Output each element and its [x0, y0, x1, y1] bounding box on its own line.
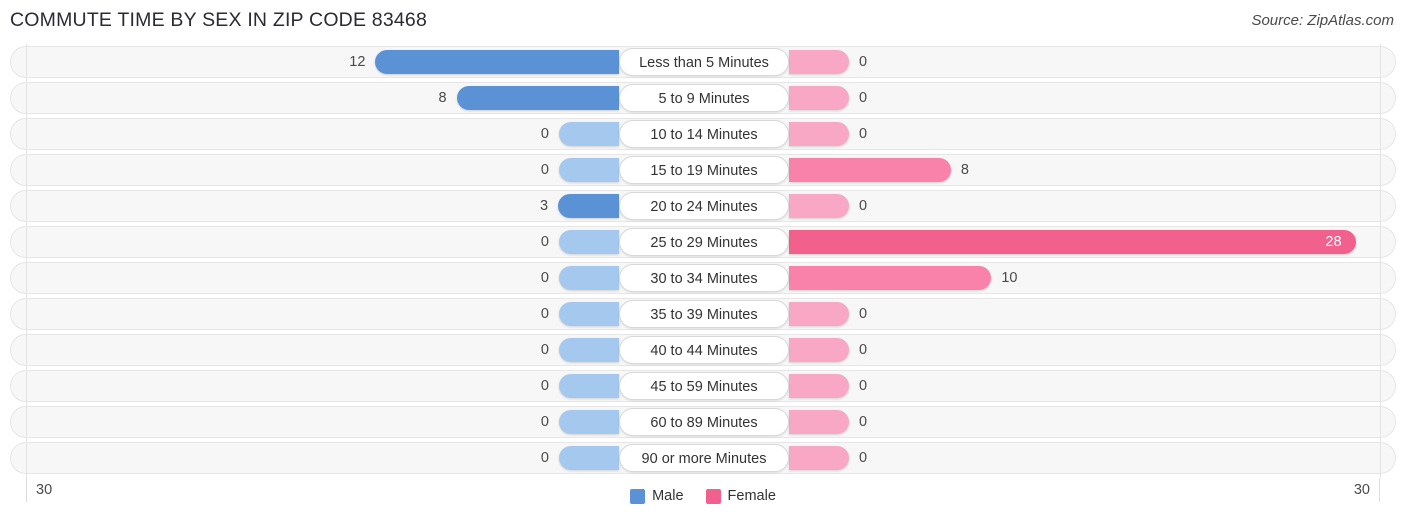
bar-female[interactable]: [789, 446, 849, 470]
table-row[interactable]: 0 0 45 to 59 Minutes: [10, 370, 1396, 402]
chart-plot-area: 12 0 Less than 5 Minutes 8 0 5 to 9 Minutes 0 0…: [0, 44, 1406, 478]
legend-swatch-male: [630, 488, 646, 504]
category-label[interactable]: 30 to 34 Minutes: [619, 264, 789, 292]
axis-gridline-left: [26, 44, 27, 478]
bar-male[interactable]: [559, 122, 619, 146]
category-label[interactable]: Less than 5 Minutes: [619, 48, 789, 76]
bar-male[interactable]: [559, 446, 619, 470]
page-title: COMMUTE TIME BY SEX IN ZIP CODE 83468: [10, 9, 428, 31]
table-row[interactable]: 0 0 10 to 14 Minutes: [10, 118, 1396, 150]
legend-item-male[interactable]: Male: [630, 488, 684, 504]
value-label-male: 0: [540, 306, 549, 322]
value-label-female: 0: [859, 306, 868, 322]
chart-header: COMMUTE TIME BY SEX IN ZIP CODE 83468 So…: [0, 0, 1406, 44]
bar-female[interactable]: [789, 266, 992, 290]
value-label-female: 0: [859, 414, 868, 430]
category-label[interactable]: 5 to 9 Minutes: [619, 84, 789, 112]
bar-male[interactable]: [456, 86, 619, 110]
value-label-male: 12: [349, 54, 366, 70]
category-label[interactable]: 40 to 44 Minutes: [619, 336, 789, 364]
value-label-male: 3: [540, 198, 549, 214]
bar-female[interactable]: [789, 302, 849, 326]
bar-female[interactable]: [789, 158, 951, 182]
bar-female[interactable]: [789, 50, 849, 74]
value-label-male: 0: [540, 234, 549, 250]
bar-male[interactable]: [559, 302, 619, 326]
chart-legend: Male Female: [0, 488, 1406, 504]
value-label-female: 10: [1001, 270, 1018, 286]
bar-female[interactable]: [789, 410, 849, 434]
legend-item-female[interactable]: Female: [705, 488, 776, 504]
table-row[interactable]: 3 0 20 to 24 Minutes: [10, 190, 1396, 222]
value-label-female: 0: [859, 90, 868, 106]
bar-male[interactable]: [559, 410, 619, 434]
value-label-female: 0: [859, 342, 868, 358]
value-label-male: 0: [540, 162, 549, 178]
value-label-female: 0: [859, 54, 868, 70]
value-label-male: 0: [540, 450, 549, 466]
value-label-female: 8: [960, 162, 969, 178]
value-label-male: 0: [540, 414, 549, 430]
chart-footer: 30 30 Male Female: [0, 478, 1406, 522]
table-row[interactable]: 0 0 90 or more Minutes: [10, 442, 1396, 474]
legend-label-male: Male: [652, 488, 684, 504]
bar-male[interactable]: [375, 50, 619, 74]
category-label[interactable]: 90 or more Minutes: [619, 444, 789, 472]
value-label-male: 8: [438, 90, 447, 106]
table-row[interactable]: 0 8 15 to 19 Minutes: [10, 154, 1396, 186]
value-label-male: 0: [540, 342, 549, 358]
value-label-male: 0: [540, 126, 549, 142]
bar-male[interactable]: [559, 338, 619, 362]
value-label-male: 0: [540, 270, 549, 286]
category-label[interactable]: 20 to 24 Minutes: [619, 192, 789, 220]
source-attribution: Source: ZipAtlas.com: [1251, 12, 1394, 29]
legend-swatch-female: [705, 488, 721, 504]
table-row[interactable]: 0 0 35 to 39 Minutes: [10, 298, 1396, 330]
bar-male[interactable]: [559, 374, 619, 398]
category-label[interactable]: 10 to 14 Minutes: [619, 120, 789, 148]
bar-female[interactable]: [789, 86, 849, 110]
value-label-female: 28: [1325, 234, 1342, 250]
table-row[interactable]: 8 0 5 to 9 Minutes: [10, 82, 1396, 114]
bar-male[interactable]: [559, 158, 619, 182]
table-row[interactable]: 0 28 25 to 29 Minutes: [10, 226, 1396, 258]
bar-female[interactable]: [789, 194, 849, 218]
table-row[interactable]: 0 10 30 to 34 Minutes: [10, 262, 1396, 294]
value-label-female: 0: [859, 126, 868, 142]
bar-male[interactable]: [559, 230, 619, 254]
value-label-female: 0: [859, 378, 868, 394]
table-row[interactable]: 0 0 40 to 44 Minutes: [10, 334, 1396, 366]
value-label-female: 0: [859, 450, 868, 466]
category-label[interactable]: 25 to 29 Minutes: [619, 228, 789, 256]
bar-female[interactable]: [789, 338, 849, 362]
bar-female[interactable]: [789, 374, 849, 398]
category-label[interactable]: 45 to 59 Minutes: [619, 372, 789, 400]
category-label[interactable]: 15 to 19 Minutes: [619, 156, 789, 184]
bar-female[interactable]: [789, 122, 849, 146]
bar-male[interactable]: [558, 194, 619, 218]
value-label-female: 0: [859, 198, 868, 214]
legend-label-female: Female: [727, 488, 776, 504]
table-row[interactable]: 0 0 60 to 89 Minutes: [10, 406, 1396, 438]
value-label-male: 0: [540, 378, 549, 394]
bar-male[interactable]: [559, 266, 619, 290]
axis-gridline-right: [1380, 44, 1381, 478]
category-label[interactable]: 35 to 39 Minutes: [619, 300, 789, 328]
category-label[interactable]: 60 to 89 Minutes: [619, 408, 789, 436]
table-row[interactable]: 12 0 Less than 5 Minutes: [10, 46, 1396, 78]
